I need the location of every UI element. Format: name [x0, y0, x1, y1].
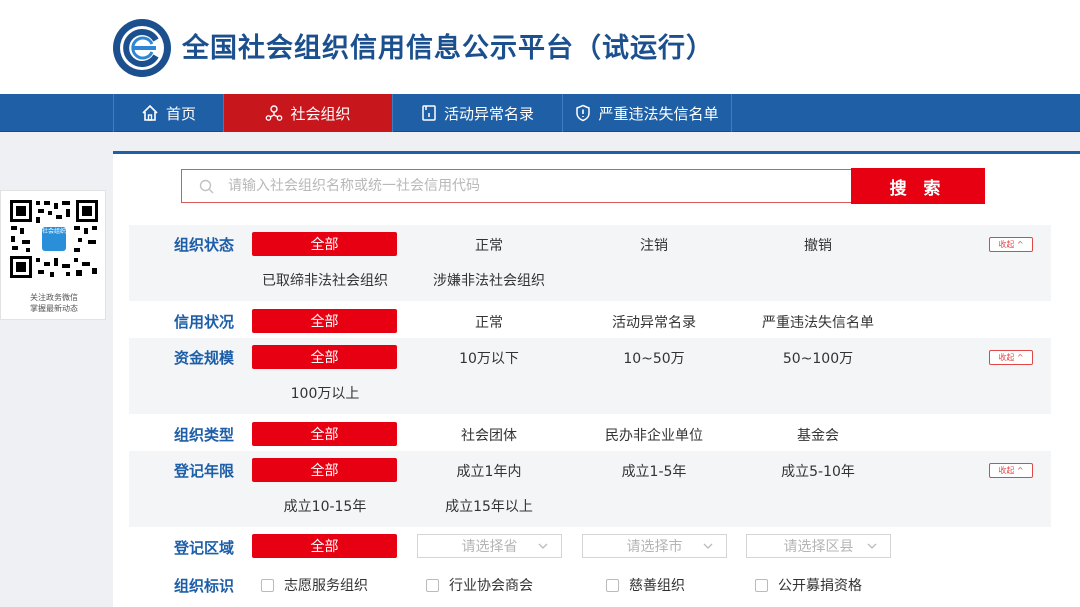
checkbox-industry-assoc[interactable]: 行业协会商会 [426, 575, 533, 595]
filter-status-suspected-illegal[interactable]: 涉嫌非法社会组织 [433, 270, 545, 290]
checkbox-label-industry-assoc: 行业协会商会 [449, 578, 533, 594]
site-title: 全国社会组织信用信息公示平台（试运行） [182, 33, 714, 64]
nav-label-home: 首页 [165, 104, 196, 123]
filter-capital-all[interactable]: 全部 [252, 345, 397, 369]
province-select[interactable]: 请选择省 [417, 534, 562, 558]
search-input[interactable] [228, 170, 828, 202]
filter-type-private-nonenterprise[interactable]: 民办非企业单位 [605, 425, 703, 445]
chevron-down-icon [867, 543, 877, 549]
filter-years-all[interactable]: 全部 [252, 458, 397, 482]
filter-credit-abnormal[interactable]: 活动异常名录 [612, 312, 696, 332]
shield-icon [576, 104, 591, 122]
checkbox-box[interactable] [261, 578, 274, 592]
filter-label-status: 组织状态 [174, 236, 235, 254]
checkbox-label-public-fundraising: 公开募捐资格 [778, 578, 862, 594]
filter-capital-under-10w[interactable]: 10万以下 [459, 348, 519, 368]
filter-credit-all[interactable]: 全部 [252, 309, 397, 333]
checkbox-box[interactable] [606, 578, 619, 592]
checkbox-volunteer[interactable]: 志愿服务组织 [261, 575, 368, 595]
org-icon [266, 105, 283, 121]
filter-status-all[interactable]: 全部 [252, 232, 397, 256]
filter-years-within-1[interactable]: 成立1年内 [457, 461, 522, 481]
checkbox-box[interactable] [426, 578, 439, 592]
province-select-placeholder: 请选择省 [461, 539, 518, 555]
filter-capital-over-100w[interactable]: 100万以上 [291, 383, 360, 403]
filter-years-1-5[interactable]: 成立1-5年 [622, 461, 687, 481]
filter-credit-normal[interactable]: 正常 [475, 312, 503, 332]
site-logo-icon[interactable] [112, 18, 172, 78]
filter-label-tags: 组织标识 [174, 577, 235, 595]
qr-caption-line2: 掌握最新动态 [30, 304, 78, 313]
district-select[interactable]: 请选择区县 [746, 534, 891, 558]
filter-capital-10-50w[interactable]: 10~50万 [623, 348, 684, 368]
filter-label-years: 登记年限 [174, 462, 235, 480]
nav-item-blacklist[interactable]: 严重违法失信名单 [562, 94, 732, 132]
filter-label-region: 登记区域 [174, 539, 235, 557]
checkbox-box[interactable] [755, 578, 768, 592]
city-select-placeholder: 请选择市 [626, 539, 683, 555]
filter-label-credit: 信用状况 [174, 313, 235, 331]
filter-capital-50-100w[interactable]: 50~100万 [783, 348, 853, 368]
district-select-placeholder: 请选择区县 [783, 539, 854, 555]
filter-years-10-15[interactable]: 成立10-15年 [284, 496, 367, 516]
nav-item-social-org[interactable]: 社会组织 [223, 94, 392, 132]
filter-label-capital: 资金规模 [174, 349, 235, 367]
checkbox-label-volunteer: 志愿服务组织 [284, 578, 368, 594]
filter-status-banned-illegal[interactable]: 已取缔非法社会组织 [262, 270, 388, 290]
nav-item-abnormal-list[interactable]: 活动异常名录 [392, 94, 562, 132]
collapse-button-years[interactable]: 收起 ^ [989, 463, 1033, 478]
filter-type-social-group[interactable]: 社会团体 [461, 425, 517, 445]
filter-years-over-15[interactable]: 成立15年以上 [445, 496, 533, 516]
filter-status-normal[interactable]: 正常 [475, 235, 503, 255]
chevron-down-icon [703, 543, 713, 549]
search-box [181, 169, 853, 203]
nav-item-home[interactable]: 首页 [113, 94, 223, 132]
city-select[interactable]: 请选择市 [582, 534, 727, 558]
nav-label-blacklist: 严重违法失信名单 [598, 104, 719, 123]
checkbox-charity[interactable]: 慈善组织 [606, 575, 685, 595]
filter-region-all[interactable]: 全部 [252, 534, 397, 558]
checkbox-label-charity: 慈善组织 [629, 578, 685, 594]
search-button[interactable]: 搜 索 [851, 168, 985, 204]
collapse-button-capital[interactable]: 收起 ^ [989, 350, 1033, 365]
header: 全国社会组织信用信息公示平台（试运行） [0, 0, 1080, 94]
nav-label-social-org: 社会组织 [290, 104, 351, 123]
collapse-button-status[interactable]: 收起 ^ [989, 237, 1033, 252]
filter-status-cancelled[interactable]: 注销 [640, 235, 668, 255]
filter-type-all[interactable]: 全部 [252, 422, 397, 446]
chevron-down-icon [538, 543, 548, 549]
document-icon [422, 105, 436, 121]
nav-label-abnormal-list: 活动异常名录 [443, 104, 534, 123]
main-nav: 首页 社会组织 活动异常名录 严重违法失信名单 [0, 94, 1080, 132]
qr-caption-line1: 关注政务微信 [30, 293, 78, 302]
filter-label-type: 组织类型 [174, 426, 235, 444]
search-icon [199, 179, 214, 194]
filter-years-5-10[interactable]: 成立5-10年 [781, 461, 855, 481]
qr-card: 社会组织 关注政务微信 掌握最新动态 [0, 190, 106, 320]
qr-badge-text: 社会组织 [42, 228, 67, 235]
checkbox-public-fundraising[interactable]: 公开募捐资格 [755, 575, 862, 595]
qr-code-icon [8, 198, 100, 280]
home-icon [142, 104, 158, 121]
filter-type-foundation[interactable]: 基金会 [797, 425, 839, 445]
filter-status-revoked[interactable]: 撤销 [804, 235, 832, 255]
filter-credit-blacklist[interactable]: 严重违法失信名单 [762, 312, 874, 332]
